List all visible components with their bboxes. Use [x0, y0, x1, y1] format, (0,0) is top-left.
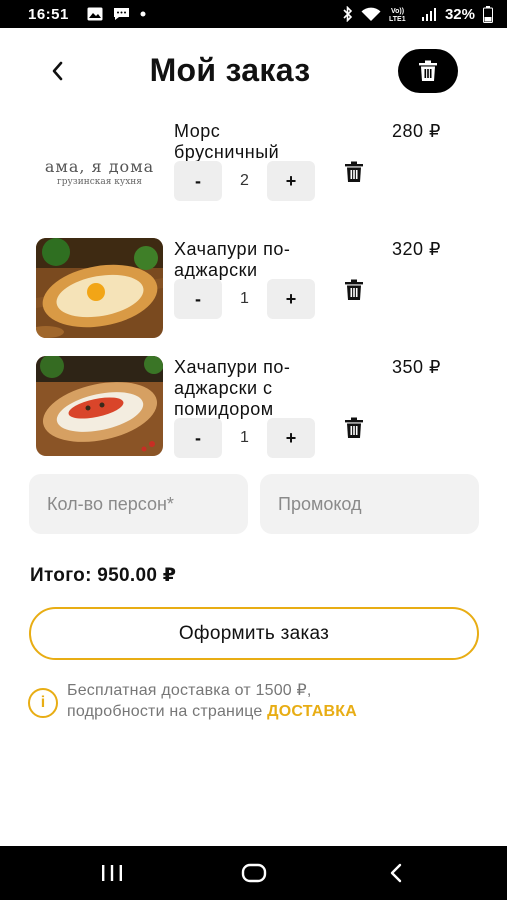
increase-button[interactable]: +	[267, 279, 315, 319]
delivery-info-line2: подробности на странице	[67, 703, 268, 720]
quantity-value: 1	[240, 429, 249, 446]
trash-icon	[345, 417, 363, 438]
home-icon	[241, 863, 267, 883]
item-logo-image: ама, я дома грузинская кухня	[36, 122, 163, 222]
battery-icon	[483, 5, 493, 23]
volte-icon: Vo))LTE1	[389, 8, 406, 22]
decrease-button[interactable]: -	[174, 418, 222, 458]
dot-icon	[140, 11, 146, 17]
back-icon	[390, 863, 402, 883]
page-title: Мой заказ	[149, 52, 311, 88]
logo-subtext: грузинская кухня	[57, 177, 142, 187]
order-total: Итого: 950.00 ₽	[30, 565, 177, 586]
clear-cart-button[interactable]	[398, 49, 458, 93]
remove-item-button[interactable]	[343, 160, 365, 184]
item-name: Хачапури по-аджарски с помидором	[174, 357, 291, 419]
promo-code-input[interactable]	[260, 474, 479, 534]
quantity-stepper: - 2 +	[174, 161, 315, 201]
increase-button[interactable]: +	[267, 418, 315, 458]
delivery-link[interactable]: ДОСТАВКА	[267, 703, 357, 720]
checkout-button[interactable]: Оформить заказ	[29, 607, 479, 660]
signal-icon	[421, 8, 436, 21]
item-name: Морс брусничный	[174, 121, 280, 162]
khachapuri-tomato-image	[36, 356, 163, 456]
delivery-info-text: Бесплатная доставка от 1500 ₽, подробнос…	[67, 680, 357, 722]
battery-percent: 32%	[444, 5, 475, 23]
recents-icon	[102, 865, 122, 881]
persons-count-input[interactable]	[29, 474, 248, 534]
back-nav-button[interactable]	[366, 856, 426, 890]
increase-button[interactable]: +	[267, 161, 315, 201]
status-time: 16:51	[28, 5, 69, 23]
svg-text:LTE1: LTE1	[389, 16, 406, 22]
item-photo	[36, 356, 163, 456]
trash-icon	[419, 60, 437, 81]
item-photo	[36, 238, 163, 338]
delivery-info-line1: Бесплатная доставка от 1500 ₽,	[67, 682, 312, 699]
logo-text: ама, я дома	[44, 157, 155, 176]
wifi-icon	[361, 7, 381, 21]
home-button[interactable]	[224, 856, 284, 890]
header: Мой заказ	[0, 40, 507, 104]
status-bar: 16:51 Vo)) LTE1 32%	[0, 0, 507, 28]
item-price: 350 ₽	[392, 357, 441, 377]
bluetooth-icon	[343, 6, 353, 22]
quantity-stepper: - 1 +	[174, 418, 315, 458]
item-name: Хачапури по-аджарски	[174, 239, 291, 280]
decrease-button[interactable]: -	[174, 279, 222, 319]
decrease-button[interactable]: -	[174, 161, 222, 201]
svg-text:Vo)): Vo))	[391, 8, 404, 15]
remove-item-button[interactable]	[343, 278, 365, 302]
trash-icon	[345, 161, 363, 182]
quantity-value: 1	[240, 290, 249, 307]
item-price: 280 ₽	[392, 121, 441, 141]
system-nav-bar	[0, 846, 507, 900]
item-price: 320 ₽	[392, 239, 441, 259]
chat-icon	[113, 8, 129, 20]
quantity-stepper: - 1 +	[174, 279, 315, 319]
khachapuri-egg-image	[36, 238, 163, 338]
remove-item-button[interactable]	[343, 416, 365, 440]
quantity-value: 2	[240, 172, 249, 189]
info-icon: i	[28, 688, 58, 718]
trash-icon	[345, 279, 363, 300]
image-icon	[87, 7, 103, 21]
recents-button[interactable]	[82, 856, 142, 890]
